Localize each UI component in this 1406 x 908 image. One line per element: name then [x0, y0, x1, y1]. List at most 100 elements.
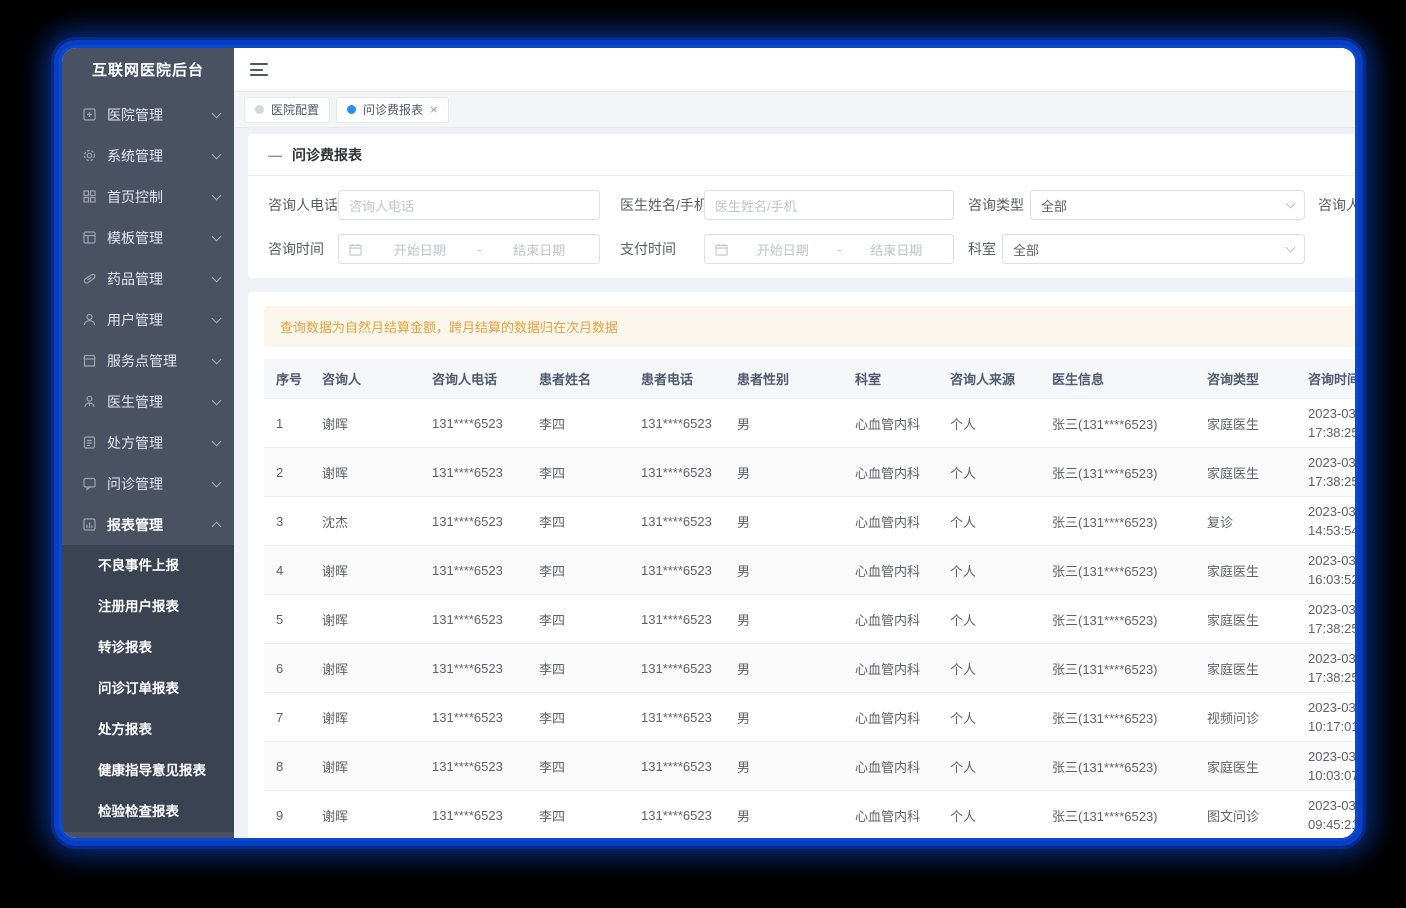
cell: 男 — [725, 595, 843, 644]
submenu-item-2[interactable]: 转诊报表 — [62, 627, 234, 668]
cell: 张三(131****6523) — [1040, 497, 1195, 546]
content-area: — 问诊费报表 咨询人电话 咨询人电话 医生姓名/手机 医生姓名/手机 咨询类型… — [234, 128, 1355, 838]
doctor-icon — [82, 394, 97, 409]
cell: 心血管内科 — [843, 448, 938, 497]
table-row: 3沈杰131****6523李四131****6523男心血管内科个人张三(13… — [264, 497, 1355, 546]
close-icon[interactable]: × — [430, 103, 438, 116]
cell: 张三(131****6523) — [1040, 546, 1195, 595]
table-row: 9谢晖131****6523李四131****6523男心血管内科个人张三(13… — [264, 791, 1355, 839]
submenu-item-6[interactable]: 检验检查报表 — [62, 791, 234, 832]
table-row: 5谢晖131****6523李四131****6523男心血管内科个人张三(13… — [264, 595, 1355, 644]
col-header-0: 序号 — [264, 359, 310, 399]
consult-time-range-input[interactable]: 开始日期 - 结束日期 — [338, 234, 600, 264]
cell: 谢晖 — [310, 546, 420, 595]
cell: 131****6523 — [629, 595, 725, 644]
chevron-up-icon — [212, 522, 222, 532]
tab-1[interactable]: 问诊费报表× — [336, 97, 449, 123]
tab-bar: 医院配置 问诊费报表× — [234, 92, 1355, 128]
cell: 3 — [264, 497, 310, 546]
cell: 谢晖 — [310, 595, 420, 644]
department-select[interactable]: 全部 — [1002, 234, 1305, 264]
gear-icon — [82, 148, 97, 163]
consult-time-cell: 2023-03-010:03:07 — [1296, 742, 1355, 791]
table-header-row: 序号咨询人咨询人电话患者姓名患者电话患者性别科室咨询人来源医生信息咨询类型咨询时… — [264, 359, 1355, 399]
consult-type-label: 咨询类型 — [968, 195, 1024, 215]
sidebar-item-8[interactable]: 处方管理 — [62, 422, 234, 463]
cell: 131****6523 — [629, 742, 725, 791]
main-area: 医院配置 问诊费报表× — 问诊费报表 咨询人电话 咨询人电话 医生姓名/手机 — [234, 48, 1355, 838]
pill-icon — [82, 271, 97, 286]
cell: 131****6523 — [420, 742, 527, 791]
cell: 谢晖 — [310, 644, 420, 693]
sidebar-item-6[interactable]: 服务点管理 — [62, 340, 234, 381]
filter-row-2: 咨询时间 开始日期 - 结束日期 支付时间 开始日期 - 结束日期 科室 — [268, 234, 1355, 264]
col-header-4: 患者电话 — [629, 359, 725, 399]
sidebar-fold-icon[interactable] — [250, 63, 268, 76]
submenu-item-1[interactable]: 注册用户报表 — [62, 586, 234, 627]
consult-time-cell: 2023-03-016:03:52 — [1296, 546, 1355, 595]
cell: 男 — [725, 497, 843, 546]
cell: 谢晖 — [310, 448, 420, 497]
sidebar-item-1[interactable]: 系统管理 — [62, 135, 234, 176]
consult-time-cell: 2023-03-009:45:21 — [1296, 791, 1355, 839]
submenu-item-0[interactable]: 不良事件上报 — [62, 545, 234, 586]
col-header-8: 医生信息 — [1040, 359, 1195, 399]
submenu-item-5[interactable]: 健康指导意见报表 — [62, 750, 234, 791]
chevron-down-icon — [212, 149, 222, 159]
store-icon — [82, 353, 97, 368]
chevron-down-icon — [212, 108, 222, 118]
cell: 131****6523 — [629, 448, 725, 497]
sidebar-item-5[interactable]: 用户管理 — [62, 299, 234, 340]
cell: 张三(131****6523) — [1040, 791, 1195, 839]
submenu-item-4[interactable]: 处方报表 — [62, 709, 234, 750]
sidebar-item-2[interactable]: 首页控制 — [62, 176, 234, 217]
consult-time-cell: 2023-03-017:38:25 — [1296, 644, 1355, 693]
consult-phone-input[interactable]: 咨询人电话 — [338, 190, 600, 220]
table-row: 8谢晖131****6523李四131****6523男心血管内科个人张三(13… — [264, 742, 1355, 791]
collapse-icon[interactable]: — — [268, 147, 282, 163]
cell: 心血管内科 — [843, 742, 938, 791]
calendar-icon — [349, 243, 362, 256]
department-label: 科室 — [968, 239, 996, 259]
cell: 李四 — [527, 595, 629, 644]
table-row: 1谢晖131****6523李四131****6523男心血管内科个人张三(13… — [264, 399, 1355, 448]
consult-time-cell: 2023-03-017:38:25 — [1296, 448, 1355, 497]
sidebar-item-9[interactable]: 问诊管理 — [62, 463, 234, 504]
report-icon — [82, 517, 97, 532]
tab-status-dot — [347, 105, 356, 114]
col-header-7: 咨询人来源 — [938, 359, 1040, 399]
cell: 1 — [264, 399, 310, 448]
cell: 家庭医生 — [1195, 595, 1296, 644]
notice-banner: 查询数据为自然月结算金额，跨月结算的数据归在次月数据 — [264, 306, 1355, 347]
sidebar-item-0[interactable]: 医院管理 — [62, 94, 234, 135]
cell: 131****6523 — [420, 595, 527, 644]
consult-type-select[interactable]: 全部 — [1030, 190, 1305, 220]
cell: 李四 — [527, 644, 629, 693]
cell: 家庭医生 — [1195, 448, 1296, 497]
cell: 心血管内科 — [843, 595, 938, 644]
chevron-down-icon — [1286, 243, 1296, 253]
tab-0[interactable]: 医院配置 — [244, 97, 330, 123]
chevron-down-icon — [212, 190, 222, 200]
cell: 131****6523 — [629, 791, 725, 839]
cell: 心血管内科 — [843, 791, 938, 839]
consult-time-cell: 2023-03-014:53:54 — [1296, 497, 1355, 546]
sidebar-item-3[interactable]: 模板管理 — [62, 217, 234, 258]
sidebar-item-10[interactable]: 报表管理 — [62, 504, 234, 545]
submenu-item-3[interactable]: 问诊订单报表 — [62, 668, 234, 709]
chevron-down-icon — [1286, 199, 1296, 209]
cell: 131****6523 — [629, 399, 725, 448]
report-table: 序号咨询人咨询人电话患者姓名患者电话患者性别科室咨询人来源医生信息咨询类型咨询时… — [264, 359, 1355, 838]
pay-time-range-input[interactable]: 开始日期 - 结束日期 — [704, 234, 954, 264]
cell: 家庭医生 — [1195, 644, 1296, 693]
cell: 男 — [725, 742, 843, 791]
sidebar-item-7[interactable]: 医生管理 — [62, 381, 234, 422]
chevron-down-icon — [212, 231, 222, 241]
doctor-name-input[interactable]: 医生姓名/手机 — [704, 190, 954, 220]
sidebar-item-4[interactable]: 药品管理 — [62, 258, 234, 299]
cell: 男 — [725, 448, 843, 497]
cell: 谢晖 — [310, 399, 420, 448]
cell: 张三(131****6523) — [1040, 693, 1195, 742]
cell: 131****6523 — [420, 791, 527, 839]
cell: 131****6523 — [629, 693, 725, 742]
